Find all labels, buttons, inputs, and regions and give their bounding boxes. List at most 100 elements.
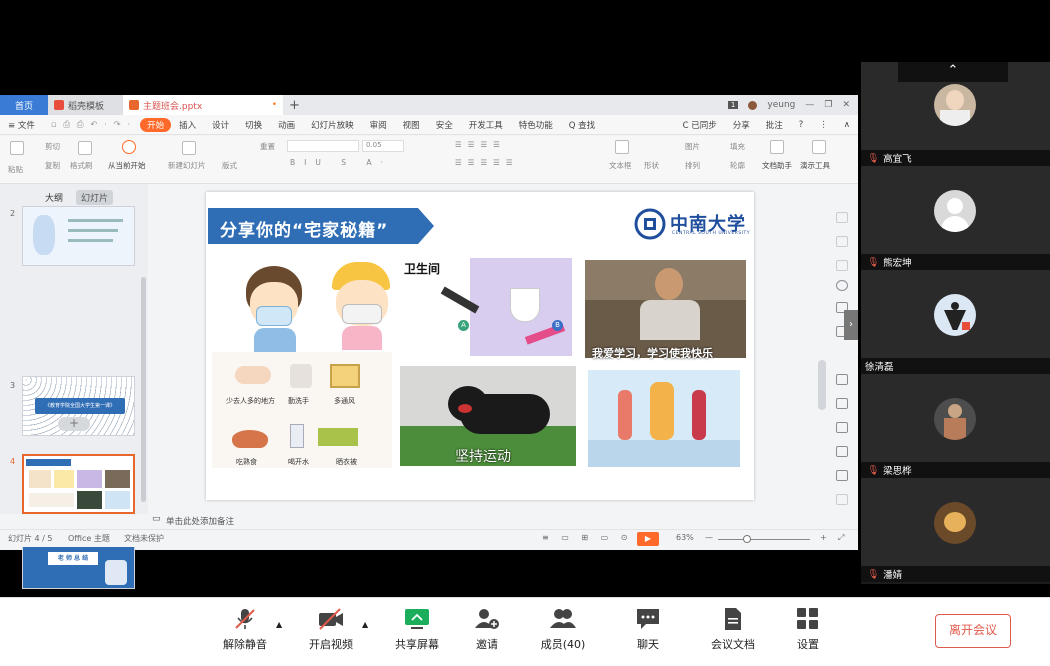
menu-insert[interactable]: 插入 <box>171 119 204 131</box>
image-icon[interactable] <box>836 494 848 505</box>
paste-icon[interactable] <box>10 141 24 155</box>
tool-icon[interactable] <box>836 212 848 223</box>
new-tab-button[interactable]: + <box>283 95 306 115</box>
paste-label[interactable]: 粘贴 <box>8 164 23 175</box>
cut-button[interactable]: 剪切 <box>45 141 60 152</box>
menu-slideshow[interactable]: 幻灯片放映 <box>303 119 362 131</box>
menu-features[interactable]: 特色功能 <box>511 119 561 131</box>
menu-security[interactable]: 安全 <box>428 119 461 131</box>
notes-area[interactable]: ▭ 单击此处添加备注 <box>148 514 828 528</box>
slide-thumbnail-4-selected[interactable] <box>22 454 135 514</box>
menu-animation[interactable]: 动画 <box>270 119 303 131</box>
menu-design[interactable]: 设计 <box>204 119 237 131</box>
help-icon[interactable]: ? <box>791 120 812 130</box>
participant-tile[interactable]: 徐清磊 <box>861 270 1050 374</box>
quick-access-icons[interactable]: ▫ ⎙ ⎙ ↶ · ↷ · <box>43 120 140 130</box>
font-name-select[interactable] <box>287 140 359 152</box>
reset-button[interactable]: 重置 <box>260 141 275 152</box>
frame-icon[interactable] <box>836 470 848 481</box>
maximize-icon[interactable]: ❐ <box>824 100 832 110</box>
tool-icon[interactable] <box>836 260 848 271</box>
font-style-buttons[interactable]: BIU S A· <box>290 158 392 167</box>
members-button[interactable]: 成员(40) <box>528 606 598 652</box>
chat-button[interactable]: 聊天 <box>613 606 683 652</box>
window-count-icon[interactable]: 1 <box>727 101 739 109</box>
collapse-ribbon-icon[interactable]: ∧ <box>836 120 858 130</box>
doc-helper-icon[interactable] <box>770 140 784 154</box>
presentation-tools-icon[interactable] <box>812 140 826 154</box>
shape-button[interactable]: 形状 <box>644 160 659 171</box>
leave-meeting-button[interactable]: 离开会议 <box>935 614 1011 648</box>
copy-button[interactable]: 复制 <box>45 160 60 171</box>
tab-home[interactable]: 首页 <box>0 95 48 115</box>
fill-button[interactable]: 填充 <box>730 141 745 152</box>
location-icon[interactable] <box>836 280 848 291</box>
new-slide-label[interactable]: 新建幻灯片 <box>168 160 206 171</box>
fit-window-icon[interactable]: ⤢ <box>838 533 844 543</box>
audio-options-caret-icon[interactable]: ▲ <box>276 620 282 629</box>
tab-file[interactable]: 主题班会.pptx • <box>123 95 283 115</box>
outline-button[interactable]: 轮廓 <box>730 160 745 171</box>
new-slide-icon[interactable] <box>182 141 196 155</box>
doc-helper-label[interactable]: 文档助手 <box>762 160 792 171</box>
more-icon[interactable]: ⋮ <box>811 120 836 130</box>
menu-share[interactable]: 分享 <box>725 119 758 131</box>
participant-tile[interactable]: 🎙︎ 潘婧 <box>861 478 1050 582</box>
menu-transition[interactable]: 切换 <box>237 119 270 131</box>
layout-button[interactable]: 版式 <box>222 160 237 171</box>
textbox-icon[interactable] <box>615 140 629 154</box>
play-slideshow-button[interactable]: ▶ <box>637 532 659 546</box>
format-painter-icon[interactable] <box>78 141 92 155</box>
menu-review[interactable]: 审阅 <box>362 119 395 131</box>
view-mode-icons[interactable]: ≡ ▭ ⊞ ▭ ⊙ <box>542 533 632 542</box>
tool-icon[interactable] <box>836 236 848 247</box>
menu-search[interactable]: Q 查找 <box>561 119 603 131</box>
add-slide-button[interactable]: + <box>58 417 90 431</box>
zoom-slider[interactable] <box>718 539 810 540</box>
menu-devtools[interactable]: 开发工具 <box>461 119 511 131</box>
format-painter-label[interactable]: 格式刷 <box>70 160 93 171</box>
share-icon[interactable] <box>836 446 848 457</box>
start-video-button[interactable]: 开启视频 <box>296 606 366 652</box>
slide-thumbnail-2[interactable] <box>22 206 135 266</box>
zoom-slider-thumb[interactable] <box>743 535 751 543</box>
menu-comment[interactable]: 批注 <box>758 119 791 131</box>
settings-button[interactable]: 设置 <box>773 606 843 652</box>
arrange-button[interactable]: 排列 <box>685 160 700 171</box>
tab-slides[interactable]: 幻灯片 <box>76 190 114 205</box>
align-buttons[interactable]: ☰☰☰☰☰ <box>455 158 519 167</box>
tab-template[interactable]: 稻壳模板 <box>48 95 123 115</box>
play-from-current-label[interactable]: 从当前开始 <box>108 160 146 171</box>
tab-outline[interactable]: 大纲 <box>40 190 68 205</box>
unmute-button[interactable]: 解除静音 <box>210 606 280 652</box>
chart-icon[interactable] <box>836 374 848 385</box>
textbox-label[interactable]: 文本框 <box>609 160 632 171</box>
menu-home[interactable]: 开始 <box>140 117 172 132</box>
participant-tile[interactable]: 🎙︎ 熊宏坤 <box>861 166 1050 270</box>
play-icon[interactable] <box>122 140 136 154</box>
zoom-out-button[interactable]: — <box>705 533 713 542</box>
menu-file[interactable]: ≡ 文件 <box>0 119 43 131</box>
collapse-panel-arrow-icon[interactable]: › <box>844 310 858 340</box>
close-icon[interactable]: ✕ <box>842 100 850 110</box>
zoom-in-button[interactable]: + <box>820 533 827 542</box>
video-options-caret-icon[interactable]: ▲ <box>362 620 368 629</box>
zoom-level[interactable]: 63% <box>676 533 694 542</box>
menu-view[interactable]: 视图 <box>395 119 428 131</box>
gallery-collapse-handle[interactable]: ⌃ <box>898 62 1008 82</box>
font-size-select[interactable]: 0.05 <box>362 140 404 152</box>
presentation-tools-label[interactable]: 演示工具 <box>800 160 830 171</box>
user-avatar[interactable] <box>748 100 758 110</box>
share-screen-button[interactable]: 共享屏幕 <box>382 606 452 652</box>
participant-tile[interactable]: 🎙︎ 梁思桦 <box>861 374 1050 478</box>
invite-button[interactable]: 邀请 <box>452 606 522 652</box>
settings-sliders-icon[interactable] <box>836 398 848 409</box>
meeting-docs-button[interactable]: 会议文档 <box>698 606 768 652</box>
picture-button[interactable]: 图片 <box>685 141 700 152</box>
minimize-icon[interactable]: — <box>805 100 814 110</box>
paragraph-buttons[interactable]: ☰☰☰☰ <box>455 140 506 149</box>
document-icon[interactable] <box>836 422 848 433</box>
slide-scrollbar[interactable] <box>818 360 826 410</box>
menu-synced[interactable]: C 已同步 <box>675 119 725 131</box>
thumbnail-scrollbar[interactable] <box>141 277 146 502</box>
